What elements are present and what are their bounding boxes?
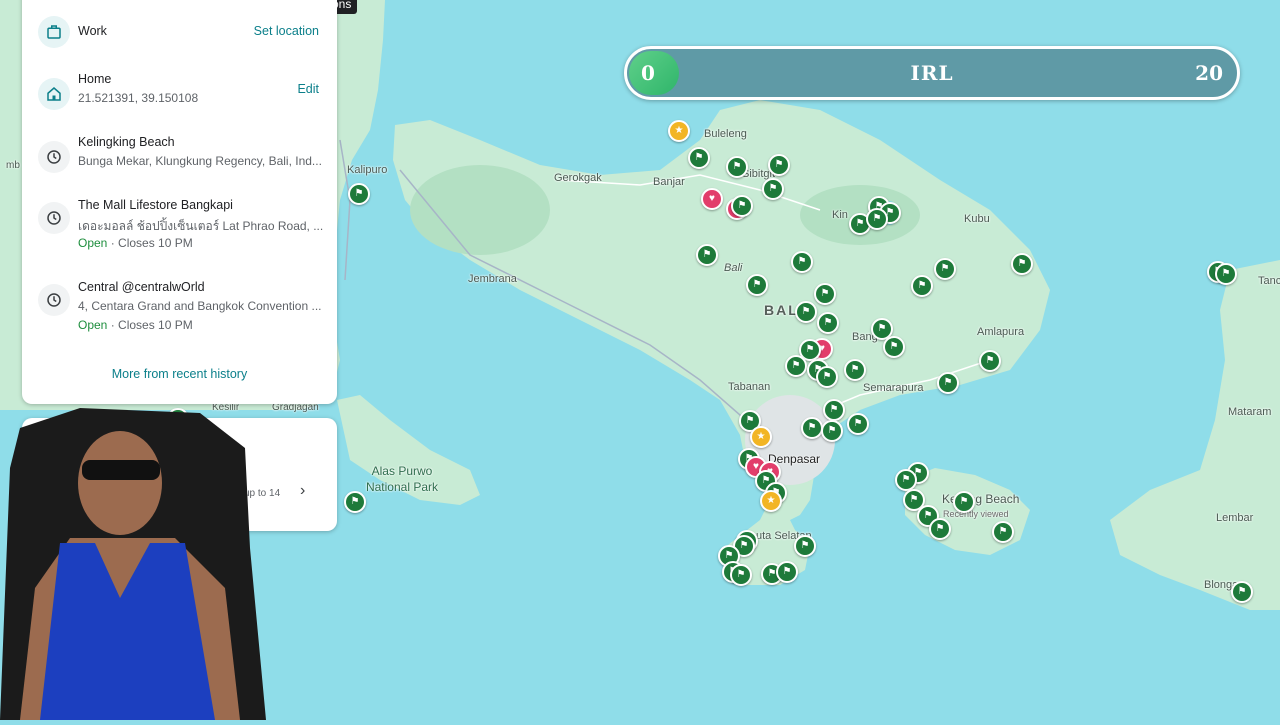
map-label-kalipuro: Kalipuro (347, 164, 388, 176)
recent-item-subtitle: Bunga Mekar, Klungkung Regency, Bali, In… (78, 154, 322, 168)
saved-place-flag-icon[interactable]: ⚑ (344, 491, 366, 513)
open-label: Open (78, 236, 108, 250)
starred-place-icon[interactable]: ★ (750, 426, 772, 448)
set-location-link[interactable]: Set location (254, 24, 319, 38)
open-label: Open (78, 318, 108, 332)
briefcase-icon (38, 16, 70, 48)
history-icon (38, 202, 70, 234)
open-status: Open · Closes 10 PM (78, 318, 193, 332)
saved-place-flag-icon[interactable]: ⚑ (847, 413, 869, 435)
recent-item-title: Central @centralwOrld (78, 280, 205, 294)
recent-item-work[interactable]: Work Set location (22, 0, 337, 62)
saved-place-flag-icon[interactable]: ⚑ (821, 420, 843, 442)
map-label-kintamani: Kin (832, 209, 848, 221)
recent-item-subtitle: เดอะมอลล์ ช้อปปิ้งเซ็นเตอร์ Lat Phrao Ro… (78, 219, 323, 233)
saved-place-flag-icon[interactable]: ⚑ (762, 178, 784, 200)
saved-place-flag-icon[interactable]: ⚑ (746, 274, 768, 296)
recent-item-kelingking-beach[interactable]: Kelingking Beach Bunga Mekar, Klungkung … (22, 127, 337, 189)
saved-place-flag-icon[interactable]: ⚑ (844, 359, 866, 381)
sunglasses-icon (82, 460, 160, 480)
map-label-buleleng: Buleleng (704, 128, 747, 140)
starred-place-icon[interactable]: ★ (668, 120, 690, 142)
map-label-alas-purwo: Alas Purwo National Park (365, 464, 439, 494)
score-progress-bar: 0 IRL 20 (624, 46, 1240, 100)
saved-place-flag-icon[interactable]: ⚑ (992, 521, 1014, 543)
recent-history-panel: Work Set location Home 21.521391, 39.150… (22, 0, 337, 404)
map-label-bali-italic: Bali (724, 262, 743, 274)
recent-item-subtitle: 4, Centara Grand and Bangkok Convention … (78, 299, 322, 313)
map-label-mb: mb (6, 160, 20, 171)
saved-place-flag-icon[interactable]: ⚑ (895, 469, 917, 491)
favorite-heart-icon[interactable]: ♥ (701, 188, 723, 210)
map-label-recently-viewed: Recently viewed (943, 509, 1009, 519)
saved-place-flag-icon[interactable]: ⚑ (688, 147, 710, 169)
map-label-lembar: Lembar (1216, 512, 1254, 524)
saved-place-flag-icon[interactable]: ⚑ (696, 244, 718, 266)
recent-item-title: Home (78, 72, 112, 86)
edit-home-link[interactable]: Edit (297, 82, 319, 96)
saved-place-flag-icon[interactable]: ⚑ (776, 561, 798, 583)
saved-place-flag-icon[interactable]: ⚑ (791, 251, 813, 273)
map-label-banjar: Banjar (653, 176, 685, 188)
chevron-right-icon[interactable]: › (300, 482, 305, 500)
saved-place-flag-icon[interactable]: ⚑ (785, 355, 807, 377)
saved-place-flag-icon[interactable]: ⚑ (979, 350, 1001, 372)
saved-place-flag-icon[interactable]: ⚑ (794, 535, 816, 557)
saved-place-flag-icon[interactable]: ⚑ (348, 183, 370, 205)
starred-place-icon[interactable]: ★ (760, 490, 782, 512)
saved-place-flag-icon[interactable]: ⚑ (929, 518, 951, 540)
saved-place-flag-icon[interactable]: ⚑ (730, 564, 752, 586)
saved-place-flag-icon[interactable]: ⚑ (817, 312, 839, 334)
closing-hours: · Closes 10 PM (110, 318, 193, 332)
saved-place-flag-icon[interactable]: ⚑ (934, 258, 956, 280)
history-icon (38, 284, 70, 316)
saved-place-flag-icon[interactable]: ⚑ (1011, 253, 1033, 275)
map-label-jembrana: Jembrana (468, 273, 517, 285)
home-icon (38, 78, 70, 110)
saved-place-flag-icon[interactable]: ⚑ (731, 195, 753, 217)
saved-place-flag-icon[interactable]: ⚑ (1215, 263, 1237, 285)
score-title: IRL (910, 61, 954, 85)
recent-item-home[interactable]: Home 21.521391, 39.150108 Edit (22, 64, 337, 126)
recent-item-subtitle: 21.521391, 39.150108 (78, 91, 199, 105)
map-label-mataram: Mataram (1228, 406, 1272, 418)
open-status: Open · Closes 10 PM (78, 236, 193, 250)
recent-item-title: Work (78, 24, 107, 38)
saved-place-flag-icon[interactable]: ⚑ (953, 491, 975, 513)
saved-place-flag-icon[interactable]: ⚑ (937, 372, 959, 394)
saved-place-flag-icon[interactable]: ⚑ (726, 156, 748, 178)
recent-item-title: Kelingking Beach (78, 135, 175, 149)
closing-hours: · Closes 10 PM (110, 236, 193, 250)
saved-place-flag-icon[interactable]: ⚑ (814, 283, 836, 305)
recent-item-title: The Mall Lifestore Bangkapi (78, 198, 233, 212)
streamer-face (78, 431, 162, 535)
saved-place-flag-icon[interactable]: ⚑ (816, 366, 838, 388)
saved-place-flag-icon[interactable]: ⚑ (911, 275, 933, 297)
map-label-amlapura: Amlapura (977, 326, 1025, 338)
saved-place-flag-icon[interactable]: ⚑ (795, 301, 817, 323)
saved-place-flag-icon[interactable]: ⚑ (823, 399, 845, 421)
map-label-tabanan: Tabanan (728, 381, 771, 393)
saved-place-flag-icon[interactable]: ⚑ (866, 208, 888, 230)
recent-item-the-mall[interactable]: The Mall Lifestore Bangkapi เดอะมอลล์ ช้… (22, 190, 337, 270)
score-goal: 20 (1195, 61, 1223, 85)
recent-item-central[interactable]: Central @centralwOrld 4, Centara Grand a… (22, 272, 337, 352)
history-icon (38, 141, 70, 173)
map-label-semarapura: Semarapura (863, 382, 924, 394)
saved-place-flag-icon[interactable]: ⚑ (768, 154, 790, 176)
saved-place-flag-icon[interactable]: ⚑ (883, 336, 905, 358)
more-recent-history-link[interactable]: More from recent history (22, 367, 337, 381)
map-label-gerokgak: Gerokgak (554, 172, 602, 184)
park-area (410, 165, 550, 255)
map-label-kubu: Kubu (964, 213, 990, 225)
saved-place-flag-icon[interactable]: ⚑ (801, 417, 823, 439)
saved-place-flag-icon[interactable]: ⚑ (1231, 581, 1253, 603)
map-label-tanc: Tanc (1258, 275, 1280, 287)
webcam-overlay (0, 408, 266, 720)
